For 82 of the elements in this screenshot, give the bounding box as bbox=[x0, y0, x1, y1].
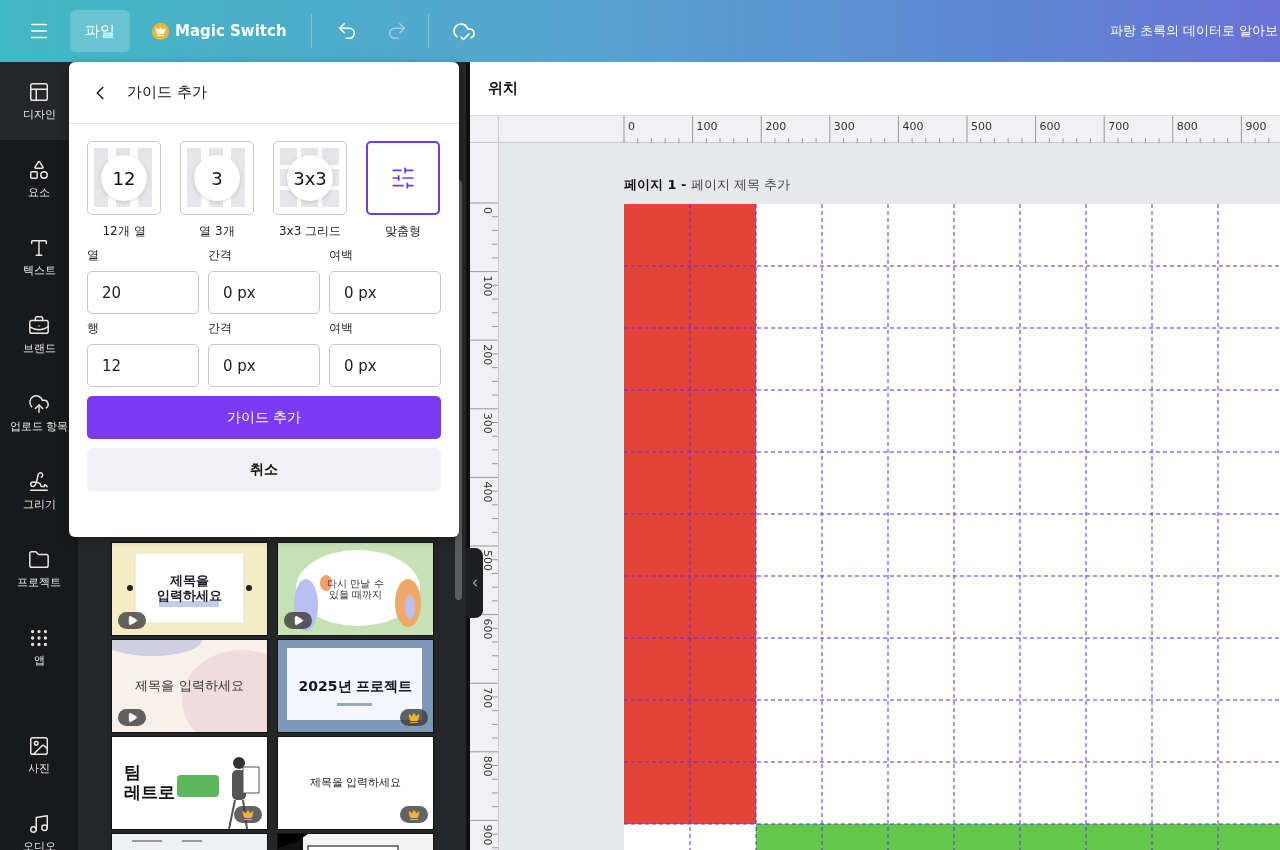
layout-icon bbox=[28, 80, 50, 103]
number-field[interactable]: 20 bbox=[87, 271, 199, 314]
field-label: 간격 bbox=[208, 250, 233, 260]
panel-title: 위치 bbox=[488, 79, 518, 98]
music-icon bbox=[28, 812, 50, 835]
play-icon bbox=[118, 709, 146, 726]
thumbnail-title: 제목을 입력하세요 bbox=[309, 776, 402, 790]
add-guides-button[interactable]: 가이드 추가 bbox=[87, 396, 441, 439]
cloud-upload-icon bbox=[28, 392, 50, 415]
thumbnail-title: 2025년 프로젝트 bbox=[298, 677, 413, 695]
ruler-label: 200 bbox=[481, 344, 494, 366]
grid-preset-button[interactable]: 3x3 bbox=[273, 141, 347, 215]
crown-icon bbox=[400, 806, 428, 823]
preset-label: 열 3개 bbox=[199, 223, 235, 240]
thumbnail-title: 제목을 입력하세요 bbox=[157, 574, 222, 604]
ruler-label: 100 bbox=[696, 120, 718, 133]
number-field[interactable]: 0 px bbox=[329, 344, 441, 387]
page-number: 페이지 1 - bbox=[624, 176, 687, 194]
sidebar-item[interactable]: 텍스트 bbox=[0, 218, 78, 296]
ruler-label: 500 bbox=[971, 120, 992, 133]
ruler-label: 100 bbox=[481, 275, 494, 297]
ruler-label: 400 bbox=[481, 481, 494, 503]
sidebar-item[interactable]: 프로젝트 bbox=[0, 530, 78, 608]
folder-icon bbox=[28, 548, 50, 571]
sidebar-item[interactable]: 업로드 항목 bbox=[0, 374, 78, 452]
sidebar-item[interactable]: 브랜드 bbox=[0, 296, 78, 374]
ruler-label: 500 bbox=[481, 550, 494, 571]
crown-icon bbox=[400, 709, 428, 726]
briefcase-icon bbox=[28, 314, 50, 337]
sidebar-item[interactable]: 요소 bbox=[0, 140, 78, 218]
shapes-icon bbox=[28, 158, 50, 181]
ruler-label: 600 bbox=[481, 618, 494, 640]
ruler-label: 300 bbox=[481, 412, 494, 434]
play-icon bbox=[284, 612, 312, 629]
sidebar-item[interactable]: 사진 bbox=[0, 716, 78, 794]
ruler-label: 900 bbox=[1245, 120, 1267, 133]
template-thumbnail[interactable]: 팀 레트로 bbox=[111, 736, 268, 830]
thumbnail-title: 팀 레트로 bbox=[124, 763, 175, 803]
number-field[interactable]: 0 px bbox=[208, 344, 320, 387]
ruler-label: 900 bbox=[481, 824, 494, 846]
number-field[interactable]: 12 bbox=[87, 344, 199, 387]
sidebar-item[interactable]: 앱 bbox=[0, 608, 78, 686]
ruler-label: 700 bbox=[481, 687, 494, 709]
ruler-label: 800 bbox=[481, 755, 494, 777]
field-label: 열 bbox=[87, 250, 100, 260]
template-thumbnail[interactable]: 제목을 입력하세요 bbox=[277, 736, 434, 830]
document-title[interactable]: 파랑 초록의 데이터로 알아보 bbox=[1109, 22, 1278, 40]
ruler-label: 200 bbox=[765, 120, 787, 133]
ruler-label: 400 bbox=[902, 120, 924, 133]
ruler-label: 600 bbox=[1039, 120, 1061, 133]
template-thumbnail[interactable]: 제목을 입력하세요 bbox=[111, 639, 268, 733]
page-title[interactable]: 페이지 제목 추가 bbox=[690, 176, 790, 194]
dialog-title: 가이드 추가 bbox=[127, 83, 207, 102]
field-label: 여백 bbox=[329, 323, 354, 333]
ruler-label: 0 bbox=[481, 207, 494, 214]
field-label: 행 bbox=[87, 323, 100, 333]
number-field[interactable]: 0 px bbox=[329, 271, 441, 314]
pen-icon bbox=[28, 470, 50, 493]
sliders-icon bbox=[390, 165, 416, 191]
crown-icon bbox=[152, 22, 169, 40]
grid-preset-button[interactable]: 3 bbox=[180, 141, 254, 215]
grid-preset-button[interactable]: 12 bbox=[87, 141, 161, 215]
crown-icon bbox=[234, 806, 262, 823]
cancel-button[interactable]: 취소 bbox=[87, 448, 441, 491]
preset-label: 맞춤형 bbox=[385, 223, 421, 240]
grid-preset-button[interactable] bbox=[366, 141, 440, 215]
ruler-label: 700 bbox=[1108, 120, 1130, 133]
play-icon bbox=[118, 612, 146, 629]
ruler-label: 800 bbox=[1176, 120, 1198, 133]
image-icon bbox=[28, 734, 50, 757]
field-label: 간격 bbox=[208, 323, 233, 333]
preset-label: 3x3 그리드 bbox=[278, 223, 342, 240]
thumbnail-title: 제목을 입력하세요 bbox=[135, 678, 244, 694]
field-label: 여백 bbox=[329, 250, 354, 260]
ruler-label: 300 bbox=[833, 120, 855, 133]
number-field[interactable]: 0 px bbox=[208, 271, 320, 314]
preset-label: 12개 열 bbox=[102, 223, 146, 240]
collapse-panel-button[interactable] bbox=[466, 548, 483, 618]
template-thumbnail[interactable]: 제목을 입력하세요 bbox=[111, 542, 268, 636]
ruler-label: 0 bbox=[628, 120, 635, 133]
sidebar-item[interactable]: 그리기 bbox=[0, 452, 78, 530]
template-thumbnail[interactable]: 2025년 프로젝트 bbox=[277, 639, 434, 733]
